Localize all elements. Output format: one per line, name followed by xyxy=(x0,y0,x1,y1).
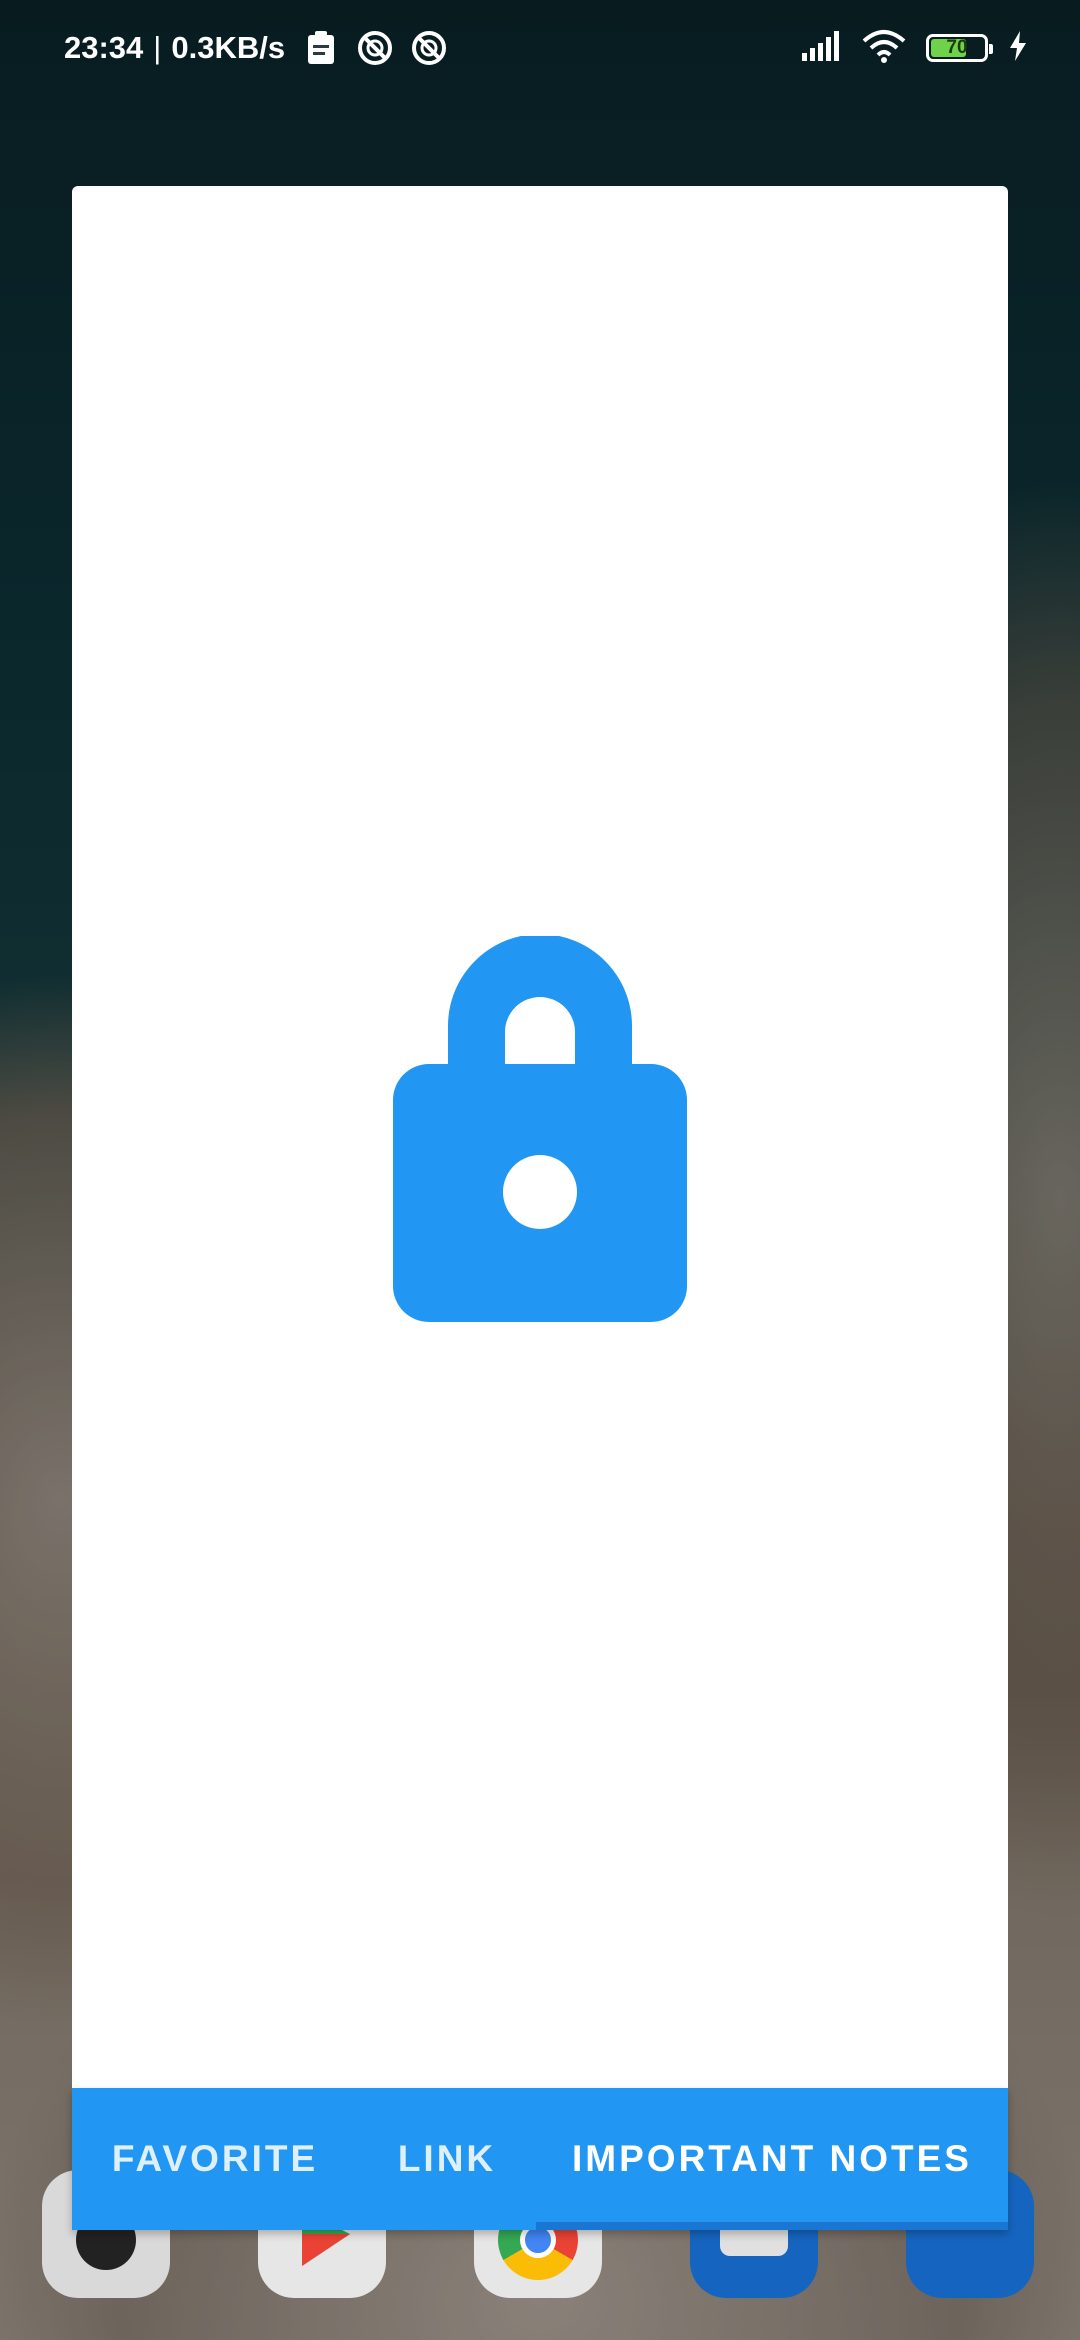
tab-link[interactable]: LINK xyxy=(358,2088,536,2230)
tab-link-label: LINK xyxy=(397,2138,497,2179)
status-separator: | xyxy=(153,30,162,65)
status-bar: 23:34 | 0.3KB/s 70 xyxy=(0,0,1080,96)
content-card xyxy=(72,186,1008,2088)
status-right: 70 xyxy=(802,26,1028,70)
tab-important-notes-label: IMPORTANT NOTES xyxy=(572,2138,972,2179)
lock-icon xyxy=(393,934,687,1322)
tab-favorite[interactable]: FAVORITE xyxy=(72,2088,358,2230)
no-disturb-icon xyxy=(357,30,393,66)
signal-icon xyxy=(802,31,842,65)
clipboard-icon xyxy=(303,30,339,66)
battery-icon: 70 xyxy=(926,34,993,62)
status-time: 23:34 xyxy=(64,30,144,65)
no-disturb-icon-2 xyxy=(411,30,447,66)
tab-favorite-label: FAVORITE xyxy=(111,2138,319,2179)
charging-icon xyxy=(1008,31,1028,65)
status-left: 23:34 | 0.3KB/s xyxy=(64,24,447,72)
bottom-tab-bar: FAVORITE LINK IMPORTANT NOTES xyxy=(72,2088,1008,2230)
wifi-icon xyxy=(862,29,906,67)
battery-level: 70 xyxy=(946,37,968,58)
tab-important-notes[interactable]: IMPORTANT NOTES xyxy=(536,2088,1008,2230)
selected-tab-indicator xyxy=(536,2222,1008,2230)
network-speed: 0.3KB/s xyxy=(171,30,286,65)
